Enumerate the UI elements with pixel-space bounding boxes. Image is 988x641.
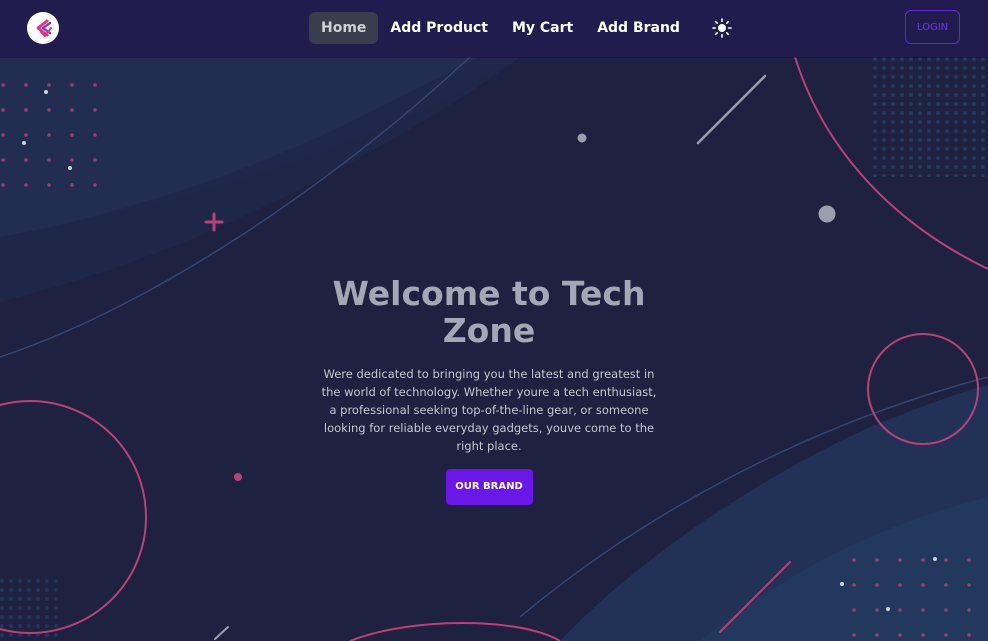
- dot-pink: [234, 473, 242, 481]
- nav-add-product[interactable]: Add Product: [378, 12, 500, 44]
- navbar: Home Add Product My Cart Add Brand LOGIN: [0, 0, 988, 57]
- our-brand-button[interactable]: OUR BRAND: [445, 469, 533, 505]
- dot-grid-bottom-right: [838, 555, 988, 641]
- tech-zone-logo-icon: [28, 13, 58, 43]
- hero-section: Welcome to Tech Zone Were dedicated to b…: [0, 57, 988, 641]
- logo[interactable]: [27, 12, 59, 44]
- theme-toggle-button[interactable]: [710, 16, 734, 40]
- sun-icon: [712, 18, 732, 38]
- hero-title: Welcome to Tech Zone: [332, 274, 646, 350]
- nav-my-cart[interactable]: My Cart: [500, 12, 585, 44]
- nav-home[interactable]: Home: [309, 12, 379, 44]
- dot-grey-2: [818, 205, 836, 223]
- dot-pattern-top-right: [870, 57, 988, 177]
- main-nav: Home Add Product My Cart Add Brand: [309, 12, 734, 44]
- nav-add-brand[interactable]: Add Brand: [585, 12, 692, 44]
- dot-grid-top-left: [0, 63, 100, 203]
- hero-description: Were dedicated to bringing you the lates…: [321, 367, 657, 453]
- dot-grey-1: [577, 133, 587, 143]
- login-button[interactable]: LOGIN: [905, 10, 960, 44]
- hero-content: Welcome to Tech Zone Were dedicated to b…: [314, 275, 664, 505]
